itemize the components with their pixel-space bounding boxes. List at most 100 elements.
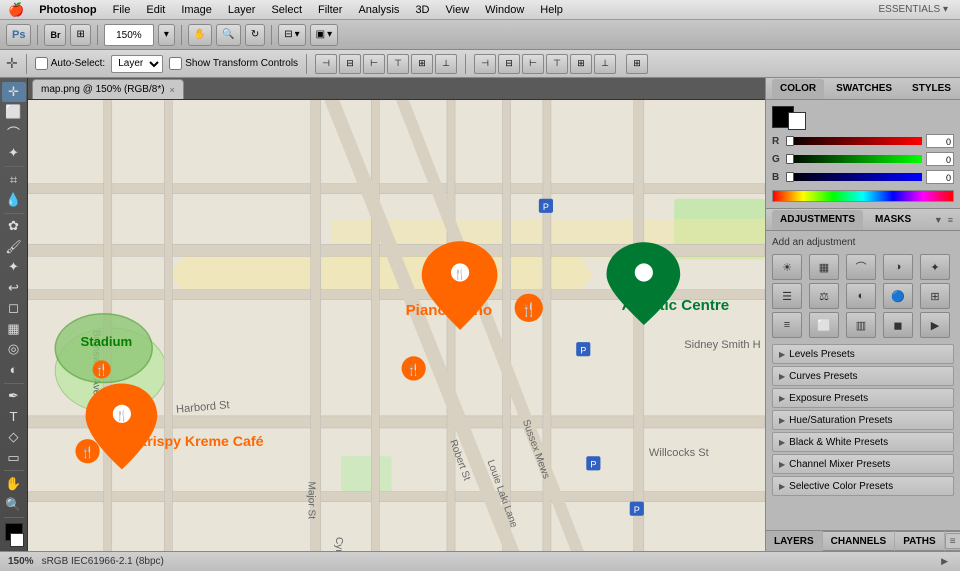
g-value[interactable]: 0	[926, 152, 954, 166]
spot-heal-tool-btn[interactable]: ✿	[2, 217, 26, 237]
align-left-btn[interactable]: ⊣	[315, 54, 337, 74]
selective-color-presets-item[interactable]: ▶ Selective Color Presets	[772, 476, 954, 496]
color-spectrum[interactable]	[772, 190, 954, 202]
g-slider[interactable]	[786, 155, 922, 163]
menu-3d[interactable]: 3D	[408, 3, 436, 17]
eraser-tool-btn[interactable]: ◻	[2, 299, 26, 319]
channel-mixer-btn[interactable]: ⊞	[920, 283, 950, 309]
menu-select[interactable]: Select	[264, 3, 309, 17]
dist-left-btn[interactable]: ⊣	[474, 54, 496, 74]
curves-btn[interactable]: ⌒	[846, 254, 876, 280]
dist-center-btn[interactable]: ⊟	[498, 54, 520, 74]
bridge-btn[interactable]: Br	[44, 24, 66, 46]
text-tool-btn[interactable]: T	[2, 407, 26, 427]
auto-select-checkbox-label[interactable]: Auto-Select:	[35, 57, 105, 70]
gradient-tool-btn[interactable]: ▦	[2, 319, 26, 339]
move-tool-btn[interactable]: ✛	[2, 82, 26, 102]
menu-image[interactable]: Image	[174, 3, 219, 17]
tab-channels[interactable]: CHANNELS	[823, 531, 896, 551]
menu-file[interactable]: File	[106, 3, 138, 17]
hand-tool-btn-side[interactable]: ✋	[2, 474, 26, 494]
align-middle-btn[interactable]: ⊞	[411, 54, 433, 74]
align-top-btn[interactable]: ⊤	[387, 54, 409, 74]
hand-tool-btn[interactable]: ✋	[188, 24, 212, 46]
align-right-btn[interactable]: ⊢	[363, 54, 385, 74]
rotate-tool-btn[interactable]: ↻	[245, 24, 265, 46]
gradient-map-btn[interactable]: ▶	[920, 312, 950, 338]
menu-view[interactable]: View	[439, 3, 477, 17]
zoom-dropdown-btn[interactable]: ▾	[158, 24, 175, 46]
color-lookup-btn[interactable]: ≡	[772, 312, 802, 338]
ps-logo-btn[interactable]: Ps	[6, 24, 31, 46]
exposure-presets-item[interactable]: ▶ Exposure Presets	[772, 388, 954, 408]
adj-menu-btn[interactable]: ≡	[947, 214, 954, 226]
bw-presets-item[interactable]: ▶ Black & White Presets	[772, 432, 954, 452]
wand-tool-btn[interactable]: ✦	[2, 144, 26, 164]
frame-btn[interactable]: ⊞	[70, 24, 90, 46]
tab-close-btn[interactable]: ×	[170, 85, 175, 95]
threshold-btn[interactable]: ◼	[883, 312, 913, 338]
r-slider[interactable]	[786, 137, 922, 145]
b-value[interactable]: 0	[926, 170, 954, 184]
invert-btn[interactable]: ⬜	[809, 312, 839, 338]
levels-btn[interactable]: ▦	[809, 254, 839, 280]
pen-tool-btn[interactable]: ✒	[2, 386, 26, 406]
lasso-tool-btn[interactable]: ⌒	[2, 123, 26, 143]
huesat-presets-item[interactable]: ▶ Hue/Saturation Presets	[772, 410, 954, 430]
zoom-tool-btn[interactable]: 🔍	[216, 24, 240, 46]
auto-arrange-btn[interactable]: ⊞	[626, 54, 648, 74]
tab-color[interactable]: COLOR	[772, 79, 824, 99]
hsl-btn[interactable]: ☰	[772, 283, 802, 309]
menu-analysis[interactable]: Analysis	[351, 3, 406, 17]
align-bottom-btn[interactable]: ⊥	[435, 54, 457, 74]
tab-layers[interactable]: LAYERS	[766, 531, 823, 551]
background-color-swatch[interactable]	[10, 533, 24, 547]
marquee-tool-btn[interactable]: ⬜	[2, 103, 26, 123]
history-tool-btn[interactable]: ↩	[2, 278, 26, 298]
bw-btn[interactable]: ◐	[846, 283, 876, 309]
dodge-tool-btn[interactable]: ◐	[2, 360, 26, 380]
align-center-btn[interactable]: ⊟	[339, 54, 361, 74]
menu-window[interactable]: Window	[478, 3, 531, 17]
auto-select-checkbox[interactable]	[35, 57, 48, 70]
dist-top-btn[interactable]: ⊤	[546, 54, 568, 74]
menu-layer[interactable]: Layer	[221, 3, 263, 17]
canvas-tab[interactable]: map.png @ 150% (RGB/8*) ×	[32, 79, 184, 99]
path-tool-btn[interactable]: ◇	[2, 427, 26, 447]
stamp-tool-btn[interactable]: ✦	[2, 258, 26, 278]
zoom-tool-btn-side[interactable]: 🔍	[2, 495, 26, 515]
menu-help[interactable]: Help	[533, 3, 570, 17]
exposure-btn[interactable]: ◑	[883, 254, 913, 280]
map-canvas[interactable]: Harbord St Brunswick Ave Major St Robert…	[28, 100, 765, 551]
transform-controls-label[interactable]: Show Transform Controls	[169, 57, 298, 70]
blur-tool-btn[interactable]: ◎	[2, 340, 26, 360]
curves-presets-item[interactable]: ▶ Curves Presets	[772, 366, 954, 386]
screen-mode-btn[interactable]: ▣ ▾	[310, 24, 338, 46]
arrange-btn[interactable]: ⊟ ▾	[278, 24, 305, 46]
channel-mixer-presets-item[interactable]: ▶ Channel Mixer Presets	[772, 454, 954, 474]
crop-tool-btn[interactable]: ⌗	[2, 170, 26, 190]
tab-styles[interactable]: STYLES	[904, 79, 959, 99]
layers-option-btn[interactable]: ≡	[945, 533, 960, 549]
zoom-display[interactable]: 150%	[104, 24, 154, 46]
brush-tool-btn[interactable]: 🖌	[2, 237, 26, 257]
adj-collapse-btn[interactable]: ▼	[933, 214, 944, 226]
tab-swatches[interactable]: SWATCHES	[828, 79, 900, 99]
background-color[interactable]	[788, 112, 806, 130]
vibrance-btn[interactable]: ✦	[920, 254, 950, 280]
levels-presets-item[interactable]: ▶ Levels Presets	[772, 344, 954, 364]
transform-controls-checkbox[interactable]	[169, 57, 182, 70]
shape-tool-btn[interactable]: ▭	[2, 448, 26, 468]
brightness-contrast-btn[interactable]: ☀	[772, 254, 802, 280]
tab-masks[interactable]: MASKS	[867, 210, 919, 230]
eyedropper-tool-btn[interactable]: 💧	[2, 190, 26, 210]
b-slider[interactable]	[786, 173, 922, 181]
dist-right-btn[interactable]: ⊢	[522, 54, 544, 74]
menu-filter[interactable]: Filter	[311, 3, 349, 17]
menu-edit[interactable]: Edit	[139, 3, 172, 17]
tab-adjustments[interactable]: ADJUSTMENTS	[772, 210, 863, 230]
r-value[interactable]: 0	[926, 134, 954, 148]
apple-menu[interactable]: 🍎	[8, 2, 24, 18]
photo-filter-btn[interactable]: 🔵	[883, 283, 913, 309]
dist-bottom-btn[interactable]: ⊥	[594, 54, 616, 74]
